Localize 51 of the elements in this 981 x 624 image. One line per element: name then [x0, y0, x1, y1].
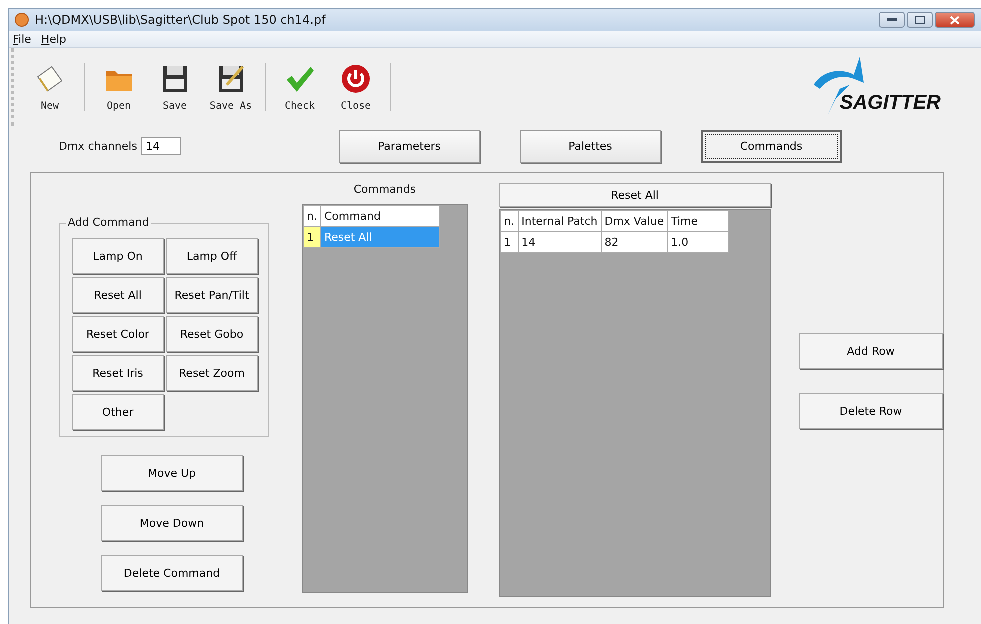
table-cell: 1.0 — [668, 232, 729, 252]
command-button[interactable]: Reset Pan/Tilt — [166, 277, 258, 313]
dmx-channels-field[interactable]: 14 — [141, 137, 181, 155]
table-cell: 1 — [500, 232, 518, 252]
table-cell: 14 — [518, 232, 602, 252]
row-button[interactable]: Add Row — [799, 333, 943, 369]
command-button[interactable]: Other — [72, 394, 164, 430]
command-button[interactable]: Lamp On — [72, 238, 164, 274]
field-label: Dmx channels — [59, 140, 138, 152]
close-icon — [950, 16, 960, 24]
toolbar-button[interactable]: Open — [91, 62, 147, 112]
menu-item[interactable]: File — [13, 32, 32, 46]
table-cell: 82 — [601, 232, 668, 252]
command-button[interactable]: Reset Iris — [72, 355, 164, 391]
minimize-icon — [887, 18, 897, 22]
command-button[interactable]: Lamp Off — [166, 238, 258, 274]
toolbar-button[interactable]: Save As — [203, 62, 259, 112]
row-button[interactable]: Delete Row — [799, 393, 943, 429]
row-number-cell: 1 — [303, 226, 321, 248]
list-title: Commands — [352, 183, 418, 196]
toolbar-button[interactable]: Check — [272, 62, 328, 112]
toolbar-button[interactable]: New — [22, 62, 78, 112]
column-header: Command — [320, 206, 440, 226]
close-button[interactable] — [935, 12, 975, 28]
group-label: Add Command — [66, 216, 152, 229]
window-title: H:\QDMX\USB\lib\Sagitter\Club Spot 150 ch14.pf — [35, 13, 328, 27]
column-header: n. — [500, 210, 518, 232]
maximize-icon — [915, 16, 925, 24]
column-header: Time — [668, 210, 729, 232]
action-button[interactable]: Move Up — [101, 455, 243, 491]
tab[interactable]: Parameters — [339, 130, 480, 162]
toolbar-button[interactable]: Save — [147, 62, 203, 112]
column-header: n. — [303, 206, 321, 226]
table-title-header[interactable]: Reset All — [499, 183, 771, 207]
minimize-button[interactable] — [879, 12, 905, 28]
action-button[interactable]: Delete Command — [101, 555, 243, 591]
column-header: Dmx Value — [601, 210, 668, 232]
app-icon — [15, 13, 29, 27]
action-button[interactable]: Move Down — [101, 505, 243, 541]
command-button[interactable]: Reset Gobo — [166, 316, 258, 352]
logo-text: SAGITTER — [840, 92, 941, 115]
tab[interactable]: Palettes — [520, 130, 661, 162]
toolbar-button[interactable]: Close — [328, 62, 384, 112]
column-header: Internal Patch — [518, 210, 602, 232]
power-icon — [340, 62, 372, 94]
command-button[interactable]: Reset Color — [72, 316, 164, 352]
tab[interactable]: Commands — [701, 130, 842, 162]
maximize-button[interactable] — [907, 12, 933, 28]
menu-item[interactable]: Help — [41, 32, 67, 46]
command-button[interactable]: Reset All — [72, 277, 164, 313]
command-button[interactable]: Reset Zoom — [166, 355, 258, 391]
